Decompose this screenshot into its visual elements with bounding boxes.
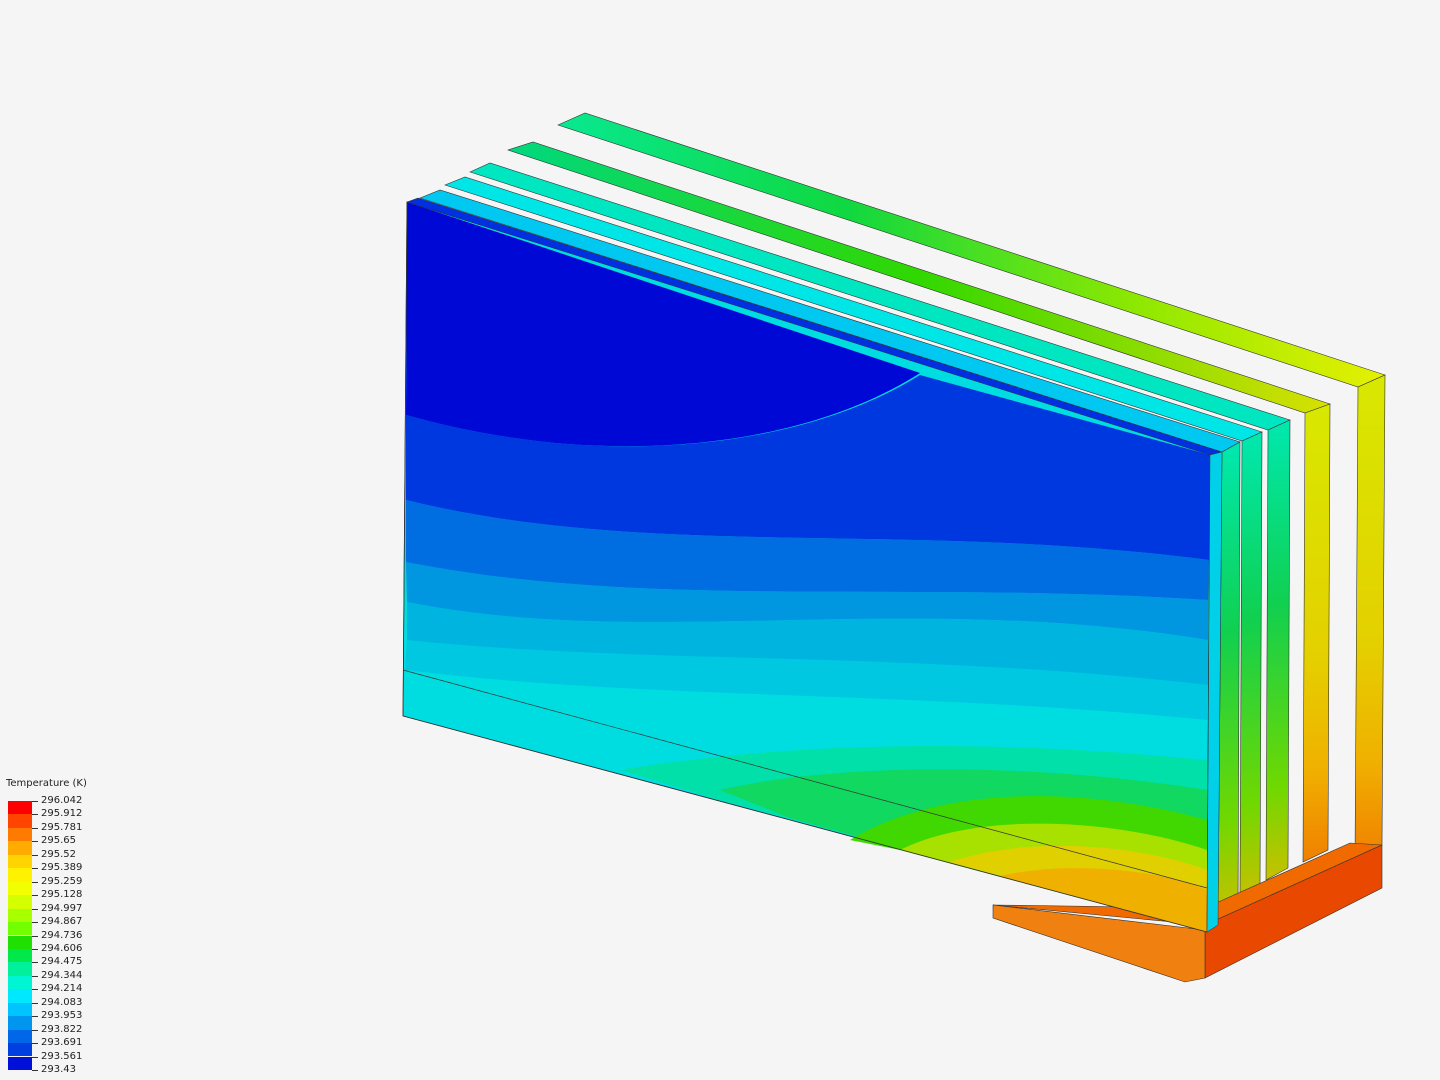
legend-swatch xyxy=(8,935,32,949)
legend-swatch xyxy=(8,827,32,842)
fin-back-3-side xyxy=(1239,431,1263,899)
legend-tick xyxy=(32,1043,38,1045)
legend-tick xyxy=(32,948,38,950)
legend-tick xyxy=(32,854,38,856)
legend-swatch xyxy=(8,1016,32,1030)
legend-label: 294.475 xyxy=(41,956,83,968)
legend-tick xyxy=(32,801,38,802)
legend-swatch xyxy=(8,895,32,909)
legend-swatch xyxy=(8,1002,32,1017)
legend-label: 294.344 xyxy=(41,969,83,981)
legend-label: 293.953 xyxy=(41,1010,83,1022)
fin-back-6-side xyxy=(1354,374,1386,861)
legend-label: 293.561 xyxy=(41,1050,83,1062)
legend-label: 293.691 xyxy=(41,1037,83,1049)
legend-tick xyxy=(32,1056,38,1058)
legend-label: 293.822 xyxy=(41,1023,83,1035)
legend-swatch xyxy=(8,814,32,828)
legend-label: 295.52 xyxy=(41,848,76,860)
legend-tick xyxy=(32,827,38,829)
legend-tick xyxy=(32,814,38,816)
legend-swatch xyxy=(8,1029,32,1044)
fin-back-4-side xyxy=(1265,419,1291,881)
legend-swatch xyxy=(8,1043,32,1057)
legend-label: 296.042 xyxy=(41,795,83,806)
legend-tick xyxy=(32,868,38,870)
legend-label: 294.736 xyxy=(41,929,83,941)
legend-swatch xyxy=(8,948,32,963)
legend-swatch xyxy=(8,989,32,1003)
legend-swatch xyxy=(8,881,32,896)
heat-sink-model xyxy=(402,112,1386,983)
fin-back-5-side xyxy=(1302,403,1331,863)
legend-tick xyxy=(32,1016,38,1018)
legend-swatch xyxy=(8,908,32,922)
legend-label: 294.997 xyxy=(41,902,83,914)
legend-swatch xyxy=(8,801,32,815)
legend-tick xyxy=(32,1029,38,1031)
legend-label: 295.65 xyxy=(41,835,76,847)
legend-tick xyxy=(32,975,38,977)
temperature-legend: Temperature (K) 296.042 295.912 295.781 295… xyxy=(6,778,116,1078)
legend-label: 295.128 xyxy=(41,889,83,901)
legend-label: 295.259 xyxy=(41,875,83,887)
legend-tick xyxy=(32,1002,38,1004)
legend-label: 293.43 xyxy=(41,1064,76,1075)
legend-swatch xyxy=(8,841,32,855)
legend-label: 294.083 xyxy=(41,996,83,1008)
legend-swatch xyxy=(8,854,32,869)
legend-tick xyxy=(32,895,38,897)
legend-title: Temperature (K) xyxy=(6,778,87,789)
legend-swatch xyxy=(8,868,32,882)
legend-tick xyxy=(32,935,38,937)
legend-tick xyxy=(32,908,38,910)
model-viewport[interactable] xyxy=(0,0,1440,1080)
legend-swatch xyxy=(8,922,32,936)
legend-tick xyxy=(32,841,38,843)
legend-label: 294.867 xyxy=(41,916,83,928)
legend-label: 295.389 xyxy=(41,862,83,874)
legend-label: 294.606 xyxy=(41,942,83,954)
legend-tick xyxy=(32,962,38,964)
legend-tick xyxy=(32,1070,38,1071)
legend-tick xyxy=(32,922,38,924)
legend-tick xyxy=(32,881,38,883)
legend-swatch xyxy=(8,975,32,990)
legend-label: 294.214 xyxy=(41,983,83,995)
legend-tick xyxy=(32,989,38,991)
legend-swatch xyxy=(8,1056,32,1070)
legend-label: 295.781 xyxy=(41,821,83,833)
legend-swatch xyxy=(8,962,32,976)
legend-label: 295.912 xyxy=(41,808,83,820)
